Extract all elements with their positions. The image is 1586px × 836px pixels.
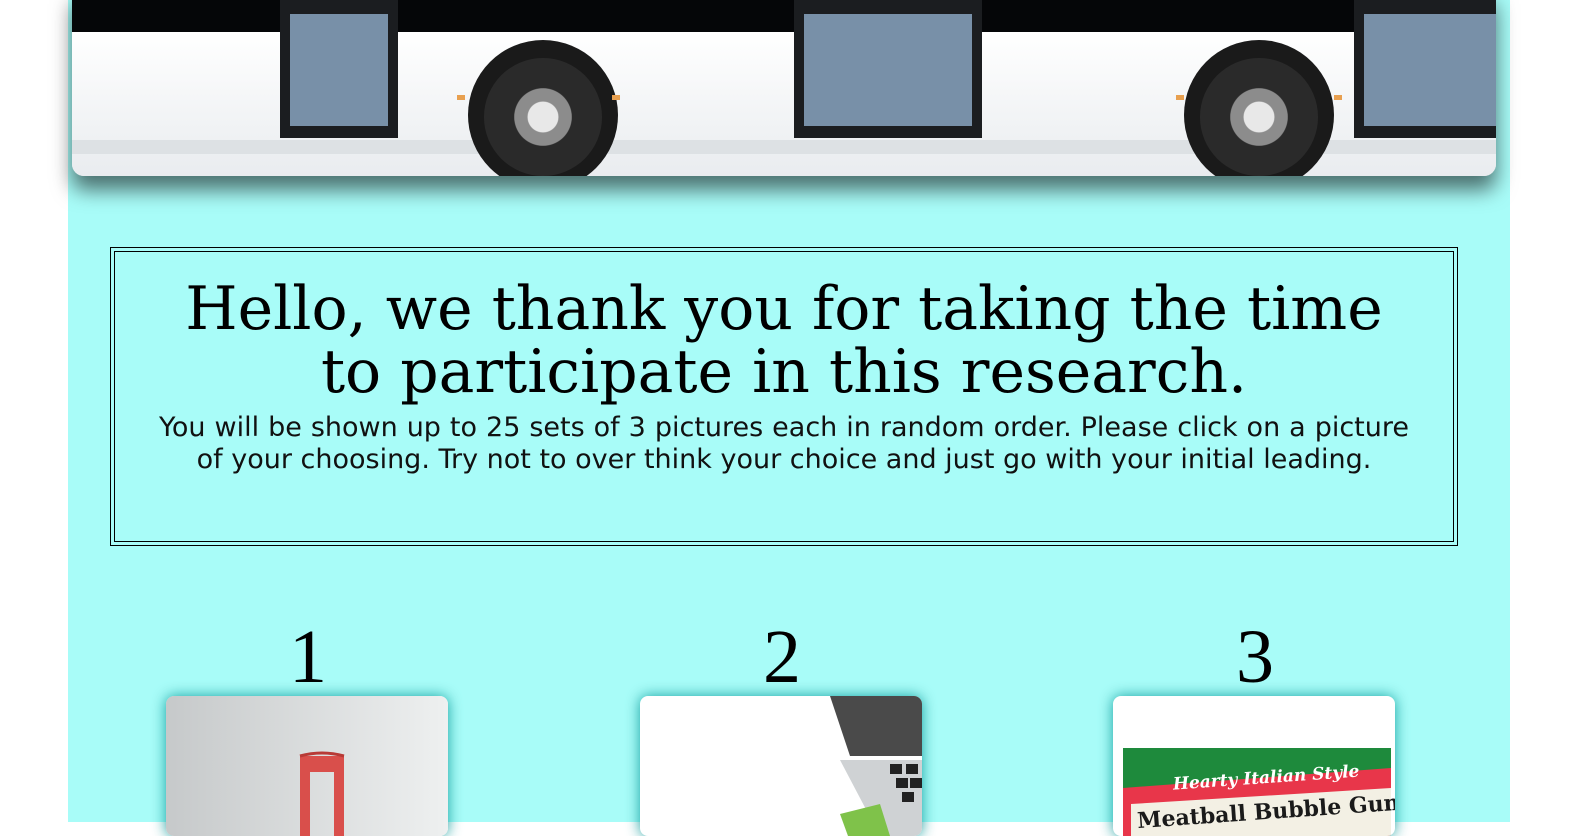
choice-number: 1 bbox=[289, 615, 327, 699]
header-banner-image bbox=[72, 0, 1496, 176]
choice-image-chair[interactable] bbox=[166, 696, 448, 836]
choice-image-laptop[interactable] bbox=[640, 696, 922, 836]
bus-wheel bbox=[1200, 58, 1318, 176]
intro-title: Hello, we thank you for taking the time … bbox=[185, 274, 1383, 407]
chair-icon bbox=[299, 751, 345, 836]
intro-instructions: You will be shown up to 25 sets of 3 pic… bbox=[159, 412, 1409, 475]
choice-2: 2 bbox=[640, 615, 924, 836]
choice-number: 2 bbox=[763, 615, 801, 699]
laptop-icon bbox=[830, 696, 922, 836]
choice-1: 1 bbox=[166, 615, 450, 836]
choice-image-gum[interactable]: Hearty Italian Style Meatball Bubble Gum bbox=[1113, 696, 1395, 836]
bus-marker-light bbox=[612, 95, 620, 100]
choice-3: 3 Hearty Italian Style Meatball Bubble G… bbox=[1113, 615, 1397, 836]
intro-box: Hello, we thank you for taking the time … bbox=[110, 247, 1458, 546]
bus-door bbox=[280, 0, 398, 138]
bus-door bbox=[794, 0, 982, 138]
gum-package-icon: Hearty Italian Style Meatball Bubble Gum bbox=[1123, 748, 1395, 836]
bus-marker-light bbox=[1334, 95, 1342, 100]
intro-inner-border: Hello, we thank you for taking the time … bbox=[114, 251, 1454, 542]
choice-number: 3 bbox=[1236, 615, 1274, 699]
bus-marker-light bbox=[1176, 95, 1184, 100]
bus-marker-light bbox=[457, 95, 465, 100]
bus-wheel bbox=[484, 58, 602, 176]
bus-door bbox=[1354, 0, 1496, 138]
